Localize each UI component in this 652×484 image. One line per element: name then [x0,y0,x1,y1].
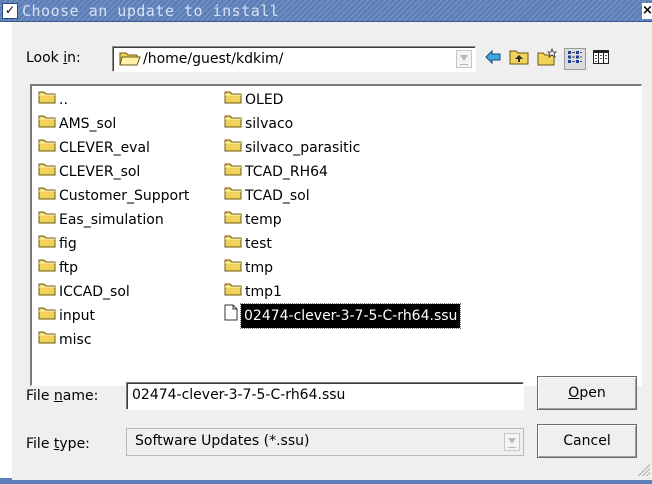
parent-directory-button[interactable] [508,48,530,70]
back-icon [484,49,502,69]
chevron-down-icon[interactable] [456,50,472,68]
resize-grip[interactable] [638,464,650,476]
file-type-combo[interactable]: Software Updates (*.ssu) [126,428,524,456]
folder-item[interactable]: CLEVER_sol [38,160,189,184]
folder-item[interactable]: temp [224,208,460,232]
folder-icon [224,136,242,160]
folder-name: ftp [59,260,79,276]
folder-name: CLEVER_sol [59,164,141,180]
folder-item[interactable]: test [224,232,460,256]
folder-icon [38,88,56,112]
folder-item[interactable]: AMS_sol [38,112,189,136]
folder-icon [38,280,56,304]
folder-item[interactable]: Eas_simulation [38,208,189,232]
folder-item[interactable]: misc [38,328,189,352]
window-menu-button[interactable]: ✓ [2,3,18,19]
folder-icon [38,232,56,256]
folder-name: OLED [245,92,284,108]
folder-item[interactable]: TCAD_sol [224,184,460,208]
folder-name: test [245,236,272,252]
folder-icon [224,184,242,208]
folder-item[interactable]: ICCAD_sol [38,280,189,304]
open-button[interactable]: Open [537,376,637,410]
file-list-column-2: OLED silvaco silvaco_parasitic TCAD_RH64 TCA… [224,88,462,329]
folder-item[interactable]: Customer_Support [38,184,189,208]
look-in-combo[interactable]: /home/guest/kdkim/ [112,46,476,72]
file-icon [224,304,238,329]
folder-item[interactable]: CLEVER_eval [38,136,189,160]
folder-name: tmp [245,260,274,276]
file-name: 02474-clever-3-7-5-C-rh64.ssu [239,303,462,329]
folder-item[interactable]: silvaco_parasitic [224,136,460,160]
folder-name: Eas_simulation [59,212,164,228]
folder-icon [38,304,56,328]
file-dialog: Look in: /home/guest/kdkim/ .. AMS_sol C… [12,22,652,478]
folder-icon [38,208,56,232]
folder-name: temp [245,212,282,228]
folder-icon [38,256,56,280]
folder-name: TCAD_sol [245,188,310,204]
cancel-button[interactable]: Cancel [537,424,637,458]
folder-name: .. [59,92,68,108]
folder-item[interactable]: .. [38,88,189,112]
folder-name: Customer_Support [59,188,190,204]
detail-view-button[interactable] [590,48,612,70]
close-button[interactable]: × [642,3,652,19]
folder-name: TCAD_RH64 [245,164,328,180]
file-list-column-1: .. AMS_sol CLEVER_eval CLEVER_sol Customer_S… [38,88,189,352]
folder-item[interactable]: tmp [224,256,460,280]
folder-name: AMS_sol [59,116,117,132]
chevron-down-icon[interactable] [504,433,520,451]
folder-item[interactable]: silvaco [224,112,460,136]
folder-name: ICCAD_sol [59,284,130,300]
file-item-selected[interactable]: 02474-clever-3-7-5-C-rh64.ssu [224,303,462,329]
folder-item[interactable]: TCAD_RH64 [224,160,460,184]
folder-icon [224,256,242,280]
look-in-path: /home/guest/kdkim/ [143,51,284,67]
folder-icon [38,184,56,208]
folder-icon [224,280,242,304]
folder-item[interactable]: tmp1 [224,280,460,304]
folder-name: misc [59,332,92,348]
file-type-label: File type: [26,436,90,452]
folder-name: CLEVER_eval [59,140,150,156]
folder-item[interactable]: ftp [38,256,189,280]
parent-directory-icon [509,49,529,69]
window-bottom-border [0,478,652,484]
window-title: Choose an update to install [22,2,280,20]
folder-icon [38,112,56,136]
folder-name: fig [59,236,77,252]
folder-name: input [59,308,96,324]
folder-name: silvaco_parasitic [245,140,361,156]
folder-icon [224,208,242,232]
title-bar[interactable]: ✓ Choose an update to install × [0,0,652,22]
folder-icon [224,112,242,136]
folder-open-icon [119,50,141,71]
folder-icon [38,328,56,352]
folder-item[interactable]: fig [38,232,189,256]
look-in-label: Look in: [26,50,81,66]
folder-name: tmp1 [245,284,282,300]
folder-icon [224,88,242,112]
folder-name: silvaco [245,116,294,132]
list-view-button[interactable] [564,48,586,70]
window-left-edge [0,22,12,484]
detail-view-icon [593,50,609,68]
new-folder-icon [537,47,557,70]
folder-icon [38,136,56,160]
folder-icon [38,160,56,184]
folder-item[interactable]: OLED [224,88,460,112]
folder-icon [224,232,242,256]
folder-icon [224,160,242,184]
folder-item[interactable]: input [38,304,189,328]
file-name-label: File name: [26,388,99,404]
file-type-value: Software Updates (*.ssu) [135,433,310,449]
new-folder-button[interactable] [536,47,558,70]
file-list[interactable]: .. AMS_sol CLEVER_eval CLEVER_sol Customer_S… [30,84,642,386]
back-button[interactable] [482,48,504,70]
list-view-icon [567,50,583,68]
file-name-input[interactable]: 02474-clever-3-7-5-C-rh64.ssu [126,382,524,410]
